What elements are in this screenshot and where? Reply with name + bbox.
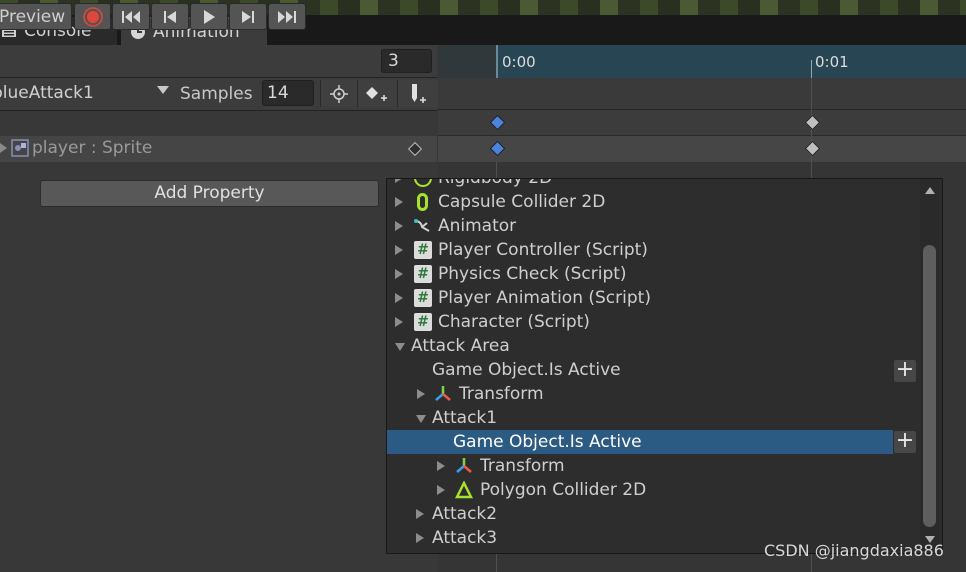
next-keyframe-button[interactable]: [229, 3, 267, 30]
script-icon: #: [414, 289, 432, 307]
list-item-label: Polygon Collider 2D: [480, 480, 647, 500]
list-item[interactable]: Polygon Collider 2D: [387, 478, 893, 502]
step-forward-icon: [242, 10, 254, 23]
scrollbar-thumb[interactable]: [923, 245, 936, 527]
playback-toolbar: [0, 45, 437, 78]
script-icon: #: [414, 241, 432, 259]
expand-arrow-icon[interactable]: [395, 293, 403, 303]
skip-forward-icon: [278, 10, 296, 23]
list-item[interactable]: # Player Controller (Script): [387, 238, 893, 262]
list-item-label: Capsule Collider 2D: [438, 192, 606, 212]
list-item-label: Animator: [438, 216, 517, 236]
dropdown-arrow-icon: [157, 86, 169, 94]
list-item-label: Character (Script): [438, 312, 590, 332]
expand-arrow-icon[interactable]: [0, 143, 7, 153]
first-keyframe-button[interactable]: [112, 3, 150, 30]
summary-keyframe-row[interactable]: [438, 110, 966, 136]
add-property-dropdown: Rigidbody 2D Capsule Collider 2D Animato…: [386, 178, 943, 554]
polygon-collider-icon: [455, 481, 473, 499]
scroll-up-icon[interactable]: [925, 187, 935, 194]
rigidbody-icon: [414, 179, 432, 187]
add-curve-button[interactable]: +: [894, 359, 916, 382]
ruler-range-start: [438, 45, 496, 78]
watermark: CSDN @jiangdaxia886: [764, 541, 944, 560]
list-item[interactable]: # Character (Script): [387, 310, 893, 334]
clip-dropdown[interactable]: blueAttack1: [0, 80, 172, 107]
preview-button[interactable]: Preview: [0, 3, 72, 30]
expand-arrow-icon[interactable]: [437, 461, 445, 471]
samples-label: Samples: [180, 84, 253, 104]
add-keyframe-button[interactable]: [357, 80, 396, 107]
playhead[interactable]: [496, 45, 498, 78]
previous-keyframe-button[interactable]: [151, 3, 189, 30]
list-item-label: Transform: [480, 456, 565, 476]
ruler-tick-mark: [811, 60, 812, 78]
animation-hierarchy-panel: [0, 45, 437, 572]
list-item[interactable]: Attack2: [387, 502, 893, 526]
expand-arrow-icon[interactable]: [395, 197, 403, 207]
animator-icon: [414, 219, 430, 232]
list-item-label: Game Object.Is Active: [453, 432, 642, 452]
expand-arrow-icon[interactable]: [417, 389, 425, 399]
add-event-button[interactable]: [397, 80, 438, 107]
add-event-icon: [412, 83, 426, 103]
expand-arrow-icon[interactable]: [395, 269, 403, 279]
sprite-renderer-icon: [11, 139, 29, 157]
list-item[interactable]: # Physics Check (Script): [387, 262, 893, 286]
script-icon: #: [414, 313, 432, 331]
list-item-label: Attack3: [432, 528, 498, 548]
capsule-collider-icon: [417, 193, 428, 211]
ruler-tick-label: 0:00: [502, 53, 536, 71]
list-item[interactable]: Transform: [387, 454, 893, 478]
list-item[interactable]: Attack Area: [387, 334, 893, 358]
list-item-label: Attack Area: [411, 336, 510, 356]
step-back-icon: [164, 10, 176, 23]
list-item-label: Rigidbody 2D: [438, 178, 553, 188]
expand-arrow-icon[interactable]: [395, 245, 403, 255]
list-item[interactable]: Game Object.Is Active: [387, 358, 893, 382]
list-item[interactable]: Rigidbody 2D: [387, 178, 893, 190]
add-property-button[interactable]: Add Property: [40, 180, 379, 207]
list-item[interactable]: # Player Animation (Script): [387, 286, 893, 310]
list-item-label: Attack1: [432, 408, 498, 428]
add-curve-button[interactable]: +: [894, 430, 916, 453]
transform-icon: [456, 458, 472, 473]
expand-arrow-icon[interactable]: [395, 317, 403, 327]
frame-input[interactable]: 3: [381, 49, 432, 73]
property-label: player : Sprite: [32, 138, 153, 158]
record-button[interactable]: [74, 3, 111, 30]
last-keyframe-button[interactable]: [268, 3, 306, 30]
skip-back-icon: [122, 10, 140, 23]
crosshair-icon: [330, 84, 348, 103]
list-item-label: Transform: [459, 384, 544, 404]
list-item-label: Game Object.Is Active: [432, 360, 621, 380]
list-item-label: Player Controller (Script): [438, 240, 648, 260]
record-icon: [82, 6, 103, 27]
expand-arrow-icon[interactable]: [437, 485, 445, 495]
transform-icon: [435, 386, 451, 401]
timeline-property-row[interactable]: [438, 136, 966, 162]
expand-arrow-icon[interactable]: [416, 533, 424, 543]
play-button[interactable]: [190, 3, 228, 30]
ruler-tick-label: 0:01: [815, 53, 849, 71]
collapse-arrow-icon[interactable]: [416, 415, 426, 423]
list-item[interactable]: Transform: [387, 382, 893, 406]
expand-arrow-icon[interactable]: [395, 179, 403, 183]
list-item-label: Physics Check (Script): [438, 264, 627, 284]
expand-arrow-icon[interactable]: [416, 509, 424, 519]
event-strip[interactable]: [438, 78, 966, 110]
script-icon: #: [414, 265, 432, 283]
expand-arrow-icon[interactable]: [395, 221, 403, 231]
list-item-label: Player Animation (Script): [438, 288, 651, 308]
collapse-arrow-icon[interactable]: [395, 343, 405, 351]
list-item[interactable]: Capsule Collider 2D: [387, 190, 893, 214]
list-item[interactable]: Animator: [387, 214, 893, 238]
list-item-label: Attack2: [432, 504, 498, 524]
keyframe-mode-button[interactable]: [320, 80, 357, 107]
list-item[interactable]: Attack1: [387, 406, 893, 430]
list-item-selected[interactable]: Game Object.Is Active: [387, 430, 893, 454]
add-keyframe-icon: [366, 86, 387, 101]
play-icon: [204, 9, 215, 24]
samples-input[interactable]: 14: [262, 80, 314, 106]
